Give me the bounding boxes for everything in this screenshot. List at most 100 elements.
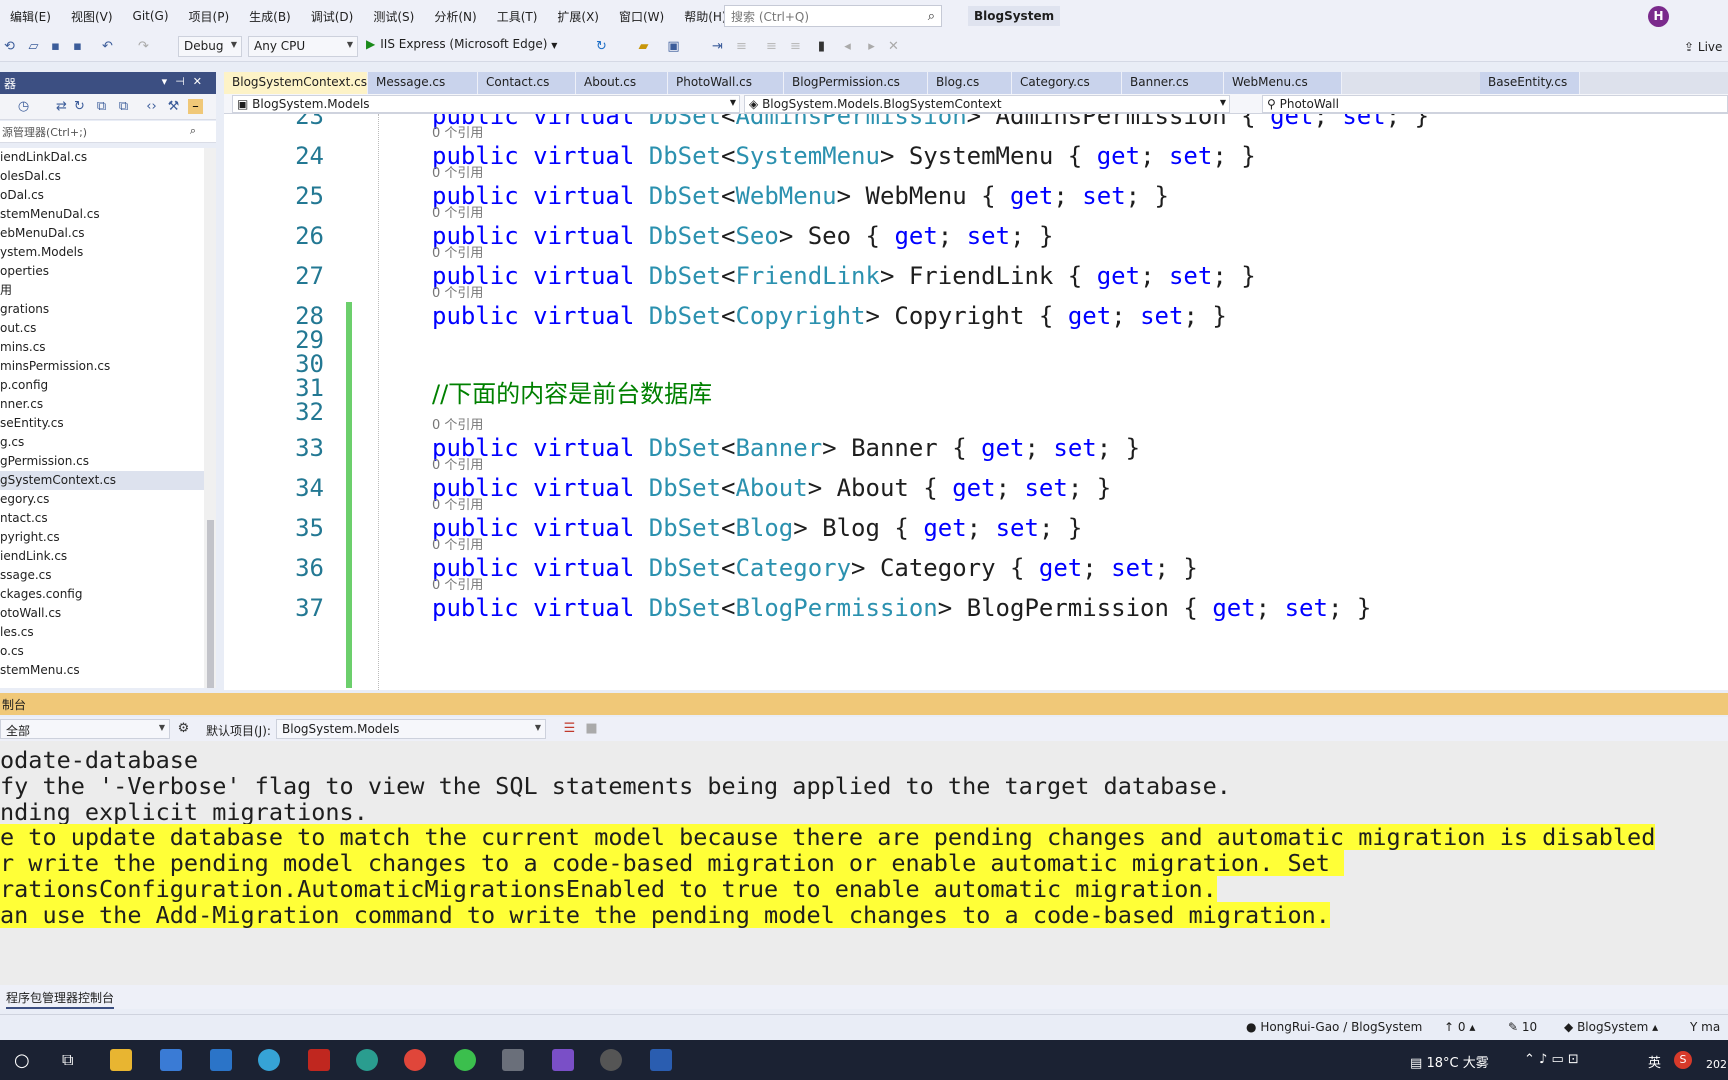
bookmark-next-icon[interactable]: ▸ <box>864 39 879 54</box>
avatar[interactable]: H <box>1648 6 1669 27</box>
tab-about-cs[interactable]: About.cs <box>576 72 668 94</box>
tab-blogsystemcontext-cs[interactable]: BlogSystemContext.cs⊣ ✕ <box>224 72 397 94</box>
code-editor[interactable]: 23 public virtual DbSet<AdminsPermission>… <box>224 114 1728 690</box>
tab-message-cs[interactable]: Message.cs <box>368 72 478 94</box>
codelens-references[interactable]: 0 个引用 <box>432 202 483 221</box>
file-item[interactable]: p.config <box>0 376 204 395</box>
code-icon[interactable]: ‹› <box>144 99 159 114</box>
menu-test[interactable]: 测试(S) <box>363 8 424 25</box>
codelens-references[interactable]: 0 个引用 <box>432 414 483 433</box>
menu-debug[interactable]: 调试(D) <box>301 8 364 25</box>
save-all-icon[interactable]: ▪ <box>70 39 85 54</box>
file-item[interactable]: gSystemContext.cs <box>0 471 204 490</box>
menu-git[interactable]: Git(G) <box>123 9 179 23</box>
member-dropdown[interactable]: ⚲ PhotoWall <box>1262 95 1728 113</box>
config-select[interactable]: Debug ▼ <box>178 36 242 57</box>
codelens-references[interactable]: 0 个引用 <box>432 534 483 553</box>
file-item[interactable]: g.cs <box>0 433 204 452</box>
package-source-select[interactable]: 全部 ▼ <box>0 719 170 739</box>
file-item[interactable]: operties <box>0 262 204 281</box>
menu-tools[interactable]: 工具(T) <box>487 8 548 25</box>
folder-icon[interactable]: ▰ <box>636 39 651 54</box>
wechat-icon[interactable] <box>454 1049 476 1071</box>
file-item[interactable]: iendLinkDal.cs <box>0 148 204 167</box>
netease-icon[interactable] <box>308 1049 330 1071</box>
file-item[interactable]: gPermission.cs <box>0 452 204 471</box>
pending-changes-icon[interactable]: ⇄ <box>54 99 69 114</box>
solution-search-input[interactable]: 源管理器(Ctrl+;) ⌕ <box>0 121 216 143</box>
clear-console-icon[interactable]: ☰ <box>562 721 577 736</box>
pane-controls[interactable]: ▾⊣✕ <box>162 75 210 88</box>
live-share-button[interactable]: ⇪ Live <box>1684 40 1722 54</box>
search-input[interactable]: 搜索 (Ctrl+Q) ⌕ <box>724 5 942 27</box>
run-button[interactable]: ▶ IIS Express (Microsoft Edge) ▼ <box>366 37 557 57</box>
app-icon[interactable] <box>258 1049 280 1071</box>
menu-build[interactable]: 生成(B) <box>239 8 301 25</box>
tab-photowall-cs[interactable]: PhotoWall.cs <box>668 72 784 94</box>
refresh-icon[interactable]: ↻ <box>594 39 609 54</box>
step-icon[interactable]: ⇥ <box>710 39 725 54</box>
file-item[interactable]: olesDal.cs <box>0 167 204 186</box>
codelens-references[interactable]: 0 个引用 <box>432 574 483 593</box>
settings-gear-icon[interactable]: ⚙ <box>176 721 191 736</box>
git-branch-indicator[interactable]: Y ma <box>1690 1020 1720 1034</box>
store-icon[interactable] <box>160 1049 182 1071</box>
file-item[interactable]: ckages.config <box>0 585 204 604</box>
file-item[interactable]: mins.cs <box>0 338 204 357</box>
format-icon[interactable]: ≡ <box>734 39 749 54</box>
bookmark-icon[interactable]: ▮ <box>814 39 829 54</box>
file-item[interactable]: ntact.cs <box>0 509 204 528</box>
file-item[interactable]: ebMenuDal.cs <box>0 224 204 243</box>
tab-category-cs[interactable]: Category.cs <box>1012 72 1122 94</box>
open-folder-icon[interactable]: ▱ <box>26 39 41 54</box>
file-item[interactable]: stemMenuDal.cs <box>0 205 204 224</box>
file-item[interactable]: out.cs <box>0 319 204 338</box>
file-item[interactable]: ystem.Models <box>0 243 204 262</box>
file-item[interactable]: nner.cs <box>0 395 204 414</box>
bookmark-prev-icon[interactable]: ◂ <box>840 39 855 54</box>
tab-webmenu-cs[interactable]: WebMenu.cs <box>1224 72 1342 94</box>
tab-banner-cs[interactable]: Banner.cs <box>1122 72 1224 94</box>
menu-project[interactable]: 项目(P) <box>179 8 240 25</box>
bookmark-clear-icon[interactable]: ✕ <box>886 39 901 54</box>
chrome-icon[interactable] <box>404 1049 426 1071</box>
obs-icon[interactable] <box>600 1049 622 1071</box>
properties-icon[interactable]: ⚒ <box>166 99 181 114</box>
ime-indicator[interactable]: 英 <box>1648 1052 1661 1071</box>
edge-icon[interactable] <box>356 1049 378 1071</box>
app-tray-icon[interactable]: S <box>1674 1051 1692 1069</box>
file-item[interactable]: les.cs <box>0 623 204 642</box>
refresh-icon[interactable]: ↻ <box>72 99 87 114</box>
file-item[interactable]: oDal.cs <box>0 186 204 205</box>
file-item[interactable]: o.cs <box>0 642 204 661</box>
branch-indicator[interactable]: ◆ BlogSystem ▴ <box>1564 1020 1658 1034</box>
indent-icon[interactable]: ≡ <box>764 39 779 54</box>
menu-analyze[interactable]: 分析(N) <box>424 8 486 25</box>
file-item[interactable]: otoWall.cs <box>0 604 204 623</box>
save-icon[interactable]: ▪ <box>48 39 63 54</box>
codelens-references[interactable]: 0 个引用 <box>432 242 483 261</box>
sync-icon[interactable]: ◷ <box>16 99 31 114</box>
codelens-references[interactable]: 0 个引用 <box>432 494 483 513</box>
platform-select[interactable]: Any CPU ▼ <box>248 36 358 57</box>
collapse-all-icon[interactable]: ⧉ <box>94 99 109 114</box>
package-manager-console-tab[interactable]: 程序包管理器控制台 <box>6 991 115 1009</box>
codelens-references[interactable]: 0 个引用 <box>432 454 483 473</box>
codelens-references[interactable]: 0 个引用 <box>432 122 483 141</box>
preview-icon[interactable]: – <box>188 99 203 114</box>
default-project-select[interactable]: BlogSystem.Models ▼ <box>276 719 546 739</box>
tool-icon[interactable] <box>502 1049 524 1071</box>
tab-blogpermission-cs[interactable]: BlogPermission.cs <box>784 72 928 94</box>
show-all-icon[interactable]: ⧉ <box>116 99 131 114</box>
project-dropdown[interactable]: ▣ BlogSystem.Models ▼ <box>232 95 740 113</box>
menu-view[interactable]: 视图(V) <box>61 8 123 25</box>
stop-icon[interactable]: ■ <box>584 721 599 736</box>
weather-indicator[interactable]: ▤ 18°C 大雾 <box>1410 1052 1489 1071</box>
file-explorer-icon[interactable] <box>110 1049 132 1071</box>
menu-window[interactable]: 窗口(W) <box>609 8 674 25</box>
codelens-references[interactable]: 0 个引用 <box>432 282 483 301</box>
type-dropdown[interactable]: ◈ BlogSystem.Models.BlogSystemContext ▼ <box>744 95 1230 113</box>
outdent-icon[interactable]: ≡ <box>788 39 803 54</box>
search-icon[interactable]: ○ <box>14 1050 30 1071</box>
file-item[interactable]: stemMenu.cs <box>0 661 204 680</box>
